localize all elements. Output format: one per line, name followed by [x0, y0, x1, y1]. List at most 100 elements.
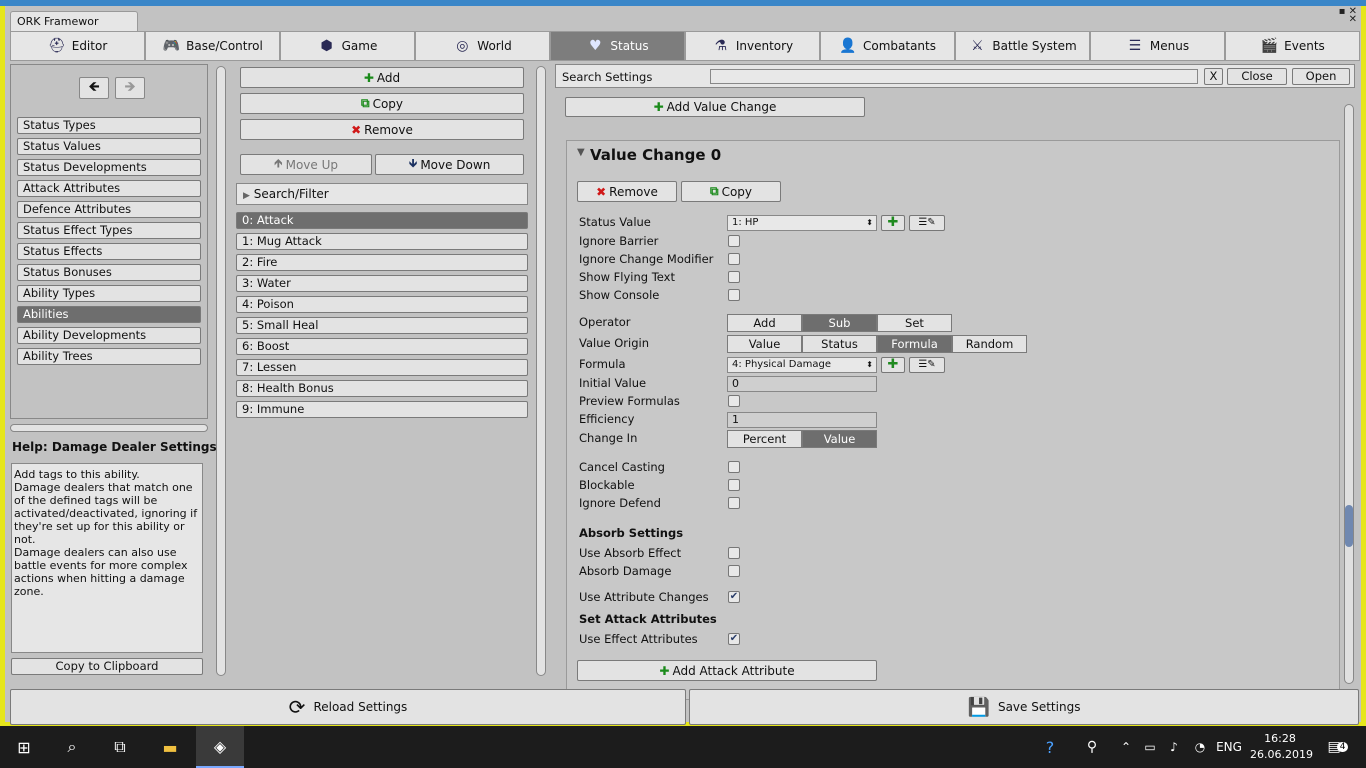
task-view-icon[interactable]: ⧉ — [96, 726, 144, 768]
battery-icon[interactable]: ▭ — [1138, 726, 1162, 768]
copy-to-clipboard-button[interactable]: Copy to Clipboard — [11, 658, 203, 675]
sidebar-divider-scrollbar[interactable] — [216, 66, 226, 676]
forward-button[interactable]: 🡺 — [115, 77, 145, 99]
change-in-percent[interactable]: Percent — [727, 430, 802, 448]
settings-scrollbar[interactable] — [1344, 104, 1354, 684]
sidebar-scrollbar[interactable] — [10, 424, 208, 432]
vc-copy-button[interactable]: ⧉ Copy — [681, 181, 781, 202]
list-item[interactable]: 0: Attack — [236, 212, 528, 229]
list-item[interactable]: 3: Water — [236, 275, 528, 292]
tab-inventory[interactable]: ⚗ Inventory — [685, 31, 820, 61]
folder-icon[interactable]: ▬ — [146, 726, 194, 768]
change-in-value[interactable]: Value — [802, 430, 877, 448]
sidebar-item-status-values[interactable]: Status Values — [17, 138, 201, 155]
search-filter-toggle[interactable]: ▶ Search/Filter — [236, 183, 528, 205]
origin-formula[interactable]: Formula — [877, 335, 952, 353]
status-value-list-button[interactable]: ☰✎ — [909, 215, 945, 231]
show-console-checkbox[interactable] — [728, 289, 740, 301]
formula-select[interactable]: 4: Physical Damage ⬍ — [727, 357, 877, 373]
list-item[interactable]: 4: Poison — [236, 296, 528, 313]
close-button[interactable]: Close — [1227, 68, 1287, 85]
tab-menus[interactable]: ☰ Menus — [1090, 31, 1225, 61]
sidebar-item-status-bonuses[interactable]: Status Bonuses — [17, 264, 201, 281]
search-icon[interactable]: ⌕ — [48, 726, 96, 768]
sidebar-item-defence-attributes[interactable]: Defence Attributes — [17, 201, 201, 218]
move-up-button[interactable]: 🡹 Move Up — [240, 154, 372, 175]
search-settings-input[interactable] — [710, 69, 1198, 84]
remove-button[interactable]: ✖ Remove — [240, 119, 524, 140]
initial-value-field[interactable]: 0 — [727, 376, 877, 392]
origin-status[interactable]: Status — [802, 335, 877, 353]
windows-start-icon[interactable]: ⊞ — [0, 726, 48, 768]
save-settings-button[interactable]: 💾 Save Settings — [689, 689, 1359, 725]
tab-world[interactable]: ◎ World — [415, 31, 550, 61]
move-down-button[interactable]: 🡻 Move Down — [375, 154, 524, 175]
cancel-casting-checkbox[interactable] — [728, 461, 740, 473]
tab-editor[interactable]: ⛑ Editor — [10, 31, 145, 61]
help-icon[interactable]: ? — [1036, 726, 1064, 768]
preview-formulas-checkbox[interactable] — [728, 395, 740, 407]
window-controls[interactable]: ▪ ✕ ✕ — [1339, 7, 1357, 25]
sidebar-item-ability-trees[interactable]: Ability Trees — [17, 348, 201, 365]
language-indicator[interactable]: ENG — [1212, 726, 1246, 768]
add-value-change-button[interactable]: ✚ Add Value Change — [565, 97, 865, 117]
add-button[interactable]: ✚ Add — [240, 67, 524, 88]
sidebar-item-attack-attributes[interactable]: Attack Attributes — [17, 180, 201, 197]
sidebar-item-abilities[interactable]: Abilities — [17, 306, 201, 323]
list-item[interactable]: 6: Boost — [236, 338, 528, 355]
list-item[interactable]: 8: Health Bonus — [236, 380, 528, 397]
show-flying-text-checkbox[interactable] — [728, 271, 740, 283]
sidebar-item-status-types[interactable]: Status Types — [17, 117, 201, 134]
clock[interactable]: 16:28 26.06.2019 — [1250, 731, 1313, 763]
status-value-select[interactable]: 1: HP ⬍ — [727, 215, 877, 231]
sidebar-item-status-effects[interactable]: Status Effects — [17, 243, 201, 260]
network-icon[interactable]: ◔ — [1188, 726, 1212, 768]
sidebar-item-status-effect-types[interactable]: Status Effect Types — [17, 222, 201, 239]
absorb-damage-checkbox[interactable] — [728, 565, 740, 577]
sidebar-item-status-developments[interactable]: Status Developments — [17, 159, 201, 176]
operator-set[interactable]: Set — [877, 314, 952, 332]
list-item[interactable]: 2: Fire — [236, 254, 528, 271]
list-item[interactable]: 9: Immune — [236, 401, 528, 418]
tab-status[interactable]: ♥ Status — [550, 31, 685, 61]
reload-settings-button[interactable]: ⟳ Reload Settings — [10, 689, 686, 725]
formula-list-button[interactable]: ☰✎ — [909, 357, 945, 373]
vc-remove-button[interactable]: ✖ Remove — [577, 181, 677, 202]
tab-base-control[interactable]: 🎮 Base/Control — [145, 31, 280, 61]
tab-battle-system[interactable]: ⚔ Battle System — [955, 31, 1090, 61]
status-value-add-button[interactable]: ✚ — [881, 215, 905, 231]
notification-icon[interactable]: ▤ 4 — [1318, 726, 1358, 768]
collapse-triangle-icon[interactable]: ▼ — [577, 147, 585, 158]
volume-icon[interactable]: ♪ — [1162, 726, 1186, 768]
blockable-checkbox[interactable] — [728, 479, 740, 491]
tab-events[interactable]: 🎬 Events — [1225, 31, 1360, 61]
scrollbar-thumb[interactable] — [1345, 505, 1353, 547]
use-effect-attributes-checkbox[interactable]: ✔ — [728, 633, 740, 645]
use-absorb-effect-checkbox[interactable] — [728, 547, 740, 559]
formula-add-button[interactable]: ✚ — [881, 357, 905, 373]
add-attack-attribute-button[interactable]: ✚ Add Attack Attribute — [577, 660, 877, 681]
tab-game[interactable]: ⬢ Game — [280, 31, 415, 61]
operator-add[interactable]: Add — [727, 314, 802, 332]
sidebar-item-ability-types[interactable]: Ability Types — [17, 285, 201, 302]
list-item[interactable]: 7: Lessen — [236, 359, 528, 376]
origin-random[interactable]: Random — [952, 335, 1027, 353]
list-divider-scrollbar[interactable] — [536, 66, 546, 676]
window-tab[interactable]: ORK Framewor — [10, 11, 138, 31]
ignore-defend-checkbox[interactable] — [728, 497, 740, 509]
sidebar-item-ability-developments[interactable]: Ability Developments — [17, 327, 201, 344]
clear-search-button[interactable]: X — [1204, 68, 1223, 85]
chevron-up-icon[interactable]: ⌃ — [1114, 726, 1138, 768]
list-item[interactable]: 5: Small Heal — [236, 317, 528, 334]
back-button[interactable]: 🡸 — [79, 77, 109, 99]
open-button[interactable]: Open — [1292, 68, 1350, 85]
ignore-barrier-checkbox[interactable] — [728, 235, 740, 247]
unity-icon[interactable]: ◈ — [196, 726, 244, 768]
people-icon[interactable]: ⚲ — [1078, 726, 1106, 768]
operator-sub[interactable]: Sub — [802, 314, 877, 332]
tab-combatants[interactable]: 👤 Combatants — [820, 31, 955, 61]
ignore-change-modifier-checkbox[interactable] — [728, 253, 740, 265]
use-attribute-changes-checkbox[interactable]: ✔ — [728, 591, 740, 603]
list-item[interactable]: 1: Mug Attack — [236, 233, 528, 250]
origin-value[interactable]: Value — [727, 335, 802, 353]
